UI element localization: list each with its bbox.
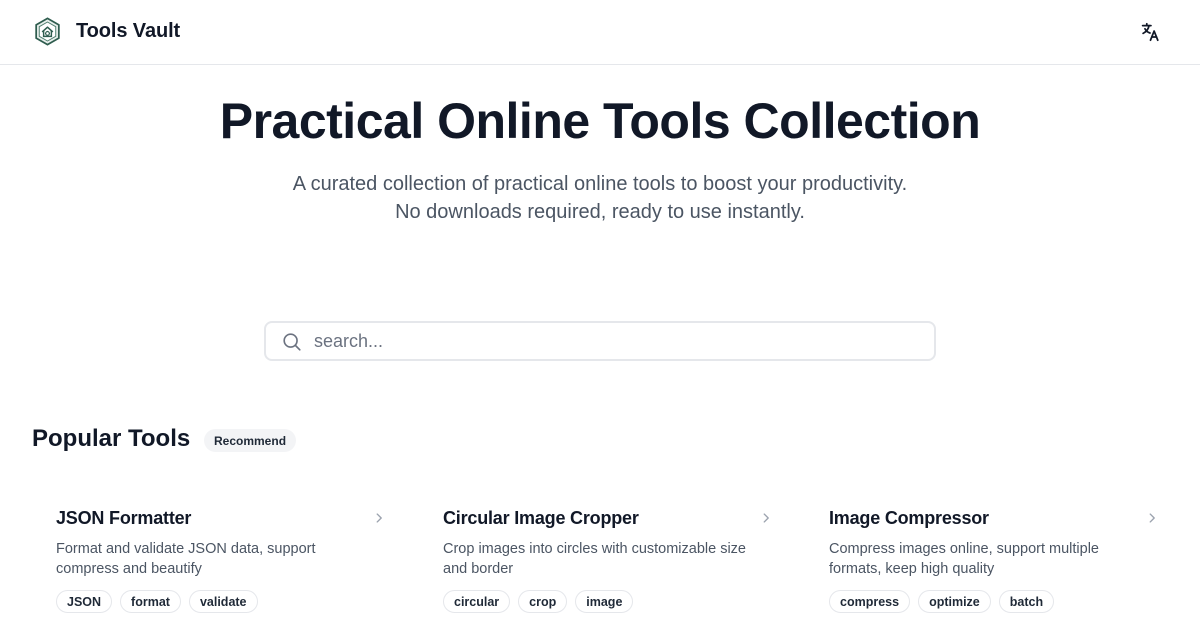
tag-format[interactable]: format [120, 590, 181, 613]
popular-tools-heading: Popular Tools [32, 425, 191, 452]
tool-card-title[interactable]: Image Compressor [829, 508, 989, 529]
page-title: Practical Online Tools Collection [219, 93, 981, 149]
tool-card-description: Crop images into circles with customizab… [443, 541, 746, 577]
tag-circular[interactable]: circular [443, 590, 511, 613]
tag-json[interactable]: JSON [56, 590, 113, 613]
tool-card-description: Compress images online, support multiple… [829, 541, 1099, 577]
tool-card-image-compressor[interactable]: Image Compressor Compress images online,… [829, 505, 1159, 630]
hero-subtitle: A curated collection of practical online… [0, 170, 1200, 226]
brand-name[interactable]: Tools Vault [76, 20, 180, 43]
hero-subtitle-line-1: A curated collection of practical online… [292, 173, 908, 195]
house-gear-logo-icon[interactable] [32, 16, 63, 47]
hero-subtitle-line-2: No downloads required, ready to use inst… [395, 201, 805, 223]
translate-icon [1141, 22, 1159, 42]
tag-batch[interactable]: batch [998, 590, 1055, 613]
tool-card-tags: circular crop image [443, 590, 634, 613]
tag-optimize[interactable]: optimize [918, 590, 991, 613]
search-box[interactable] [264, 321, 936, 361]
search-input[interactable] [314, 327, 914, 355]
search-icon [283, 333, 301, 351]
chevron-right-icon[interactable] [372, 511, 386, 525]
tool-card-circular-image-cropper[interactable]: Circular Image Cropper Crop images into … [443, 505, 773, 630]
top-header: Tools Vault [0, 0, 1200, 65]
tool-card-description: Format and validate JSON data, support c… [56, 541, 316, 577]
recommend-badge: Recommend [204, 429, 297, 452]
chevron-right-icon[interactable] [1145, 511, 1159, 525]
chevron-right-icon[interactable] [759, 511, 773, 525]
tool-card-tags: JSON format validate [56, 590, 258, 613]
tool-card-title[interactable]: JSON Formatter [56, 508, 191, 529]
tag-image[interactable]: image [575, 590, 634, 613]
tag-crop[interactable]: crop [518, 590, 568, 613]
tool-card-json-formatter[interactable]: JSON Formatter Format and validate JSON … [56, 505, 386, 630]
tag-compress[interactable]: compress [829, 590, 911, 613]
language-switch-button[interactable] [1137, 19, 1163, 45]
tool-card-tags: compress optimize batch [829, 590, 1055, 613]
tool-card-title[interactable]: Circular Image Cropper [443, 508, 639, 529]
tag-validate[interactable]: validate [188, 590, 258, 613]
